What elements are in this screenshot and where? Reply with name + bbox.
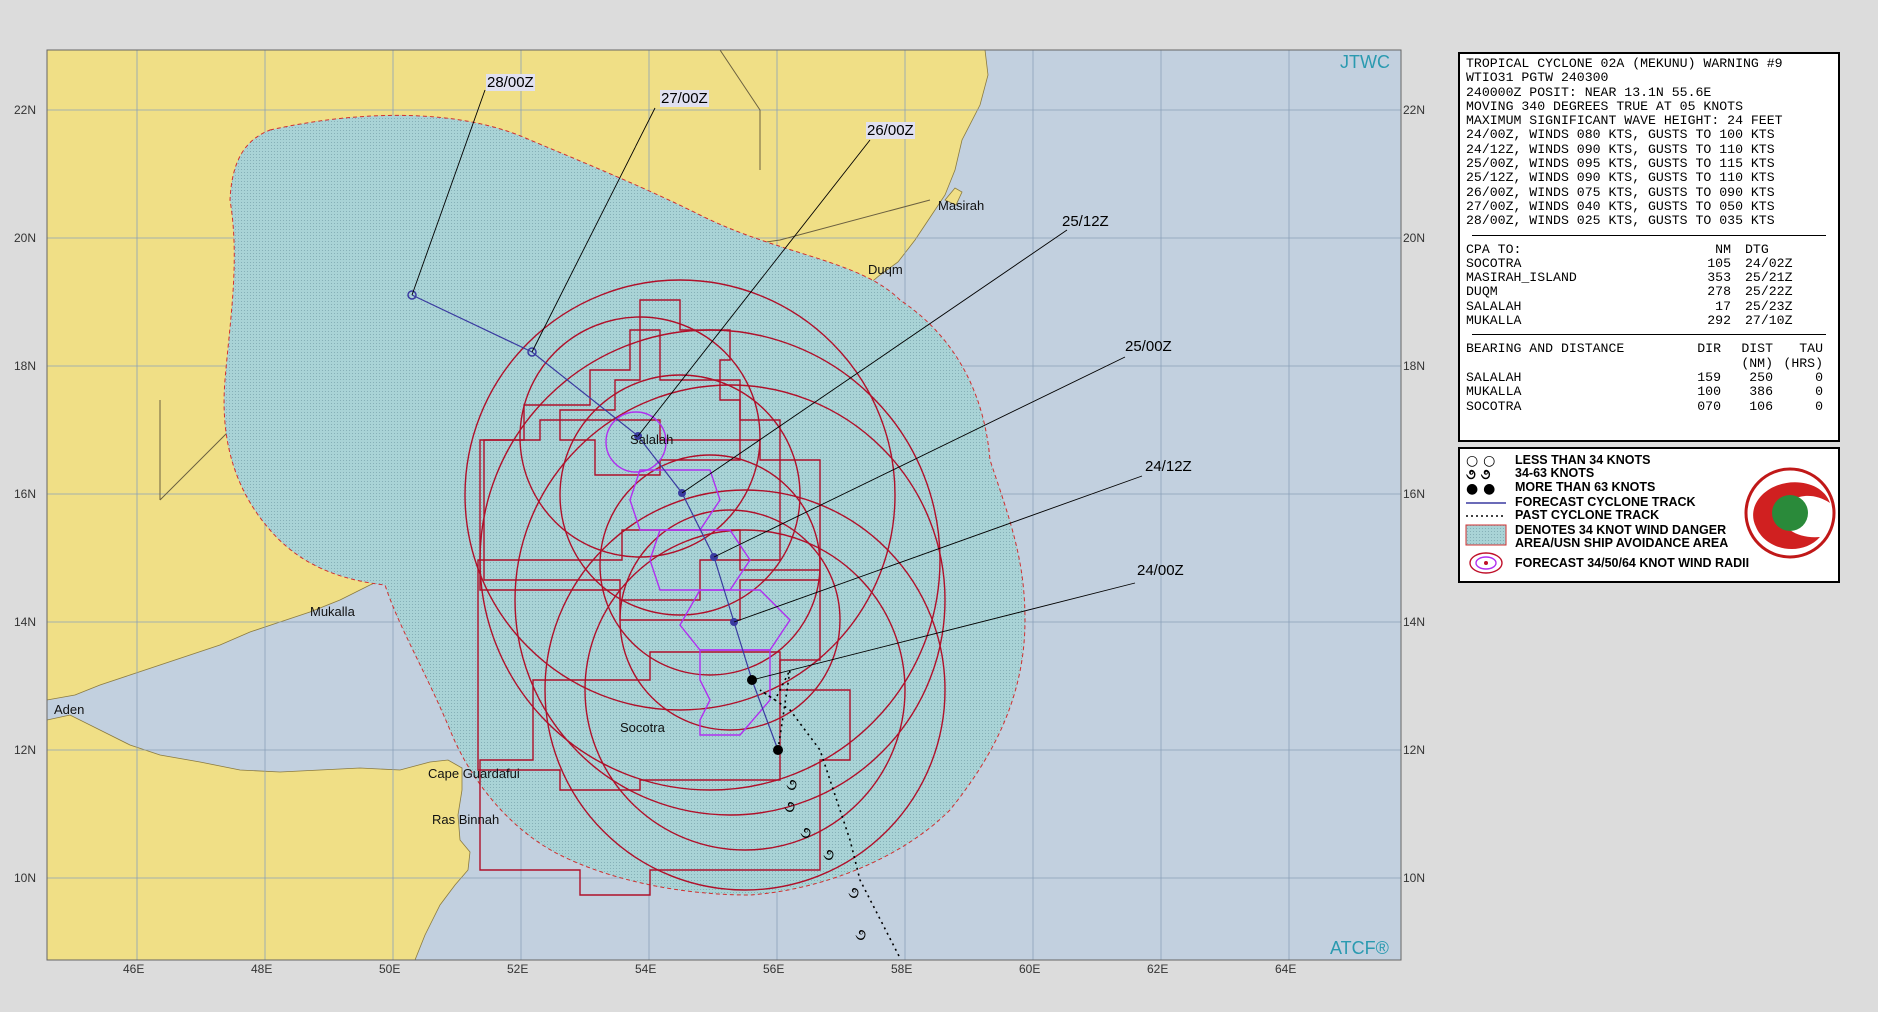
svg-text:૭: ૭: [800, 823, 811, 842]
past-position-symbols: ૭: [786, 775, 797, 794]
info-line: 28/00Z, WINDS 025 KTS, GUSTS TO 035 KTS: [1466, 213, 1775, 229]
svg-text:૭: ૭: [784, 797, 795, 816]
bd-header: BEARING AND DISTANCE DIR DIST TAU: [1466, 341, 1823, 357]
info-line: 26/00Z, WINDS 075 KTS, GUSTS TO 090 KTS: [1466, 184, 1775, 200]
cpa-header: CPA TO: NM DTG: [1466, 241, 1769, 257]
legend-item: FORECAST CYCLONE TRACK: [1515, 495, 1696, 509]
point-current: [773, 745, 783, 755]
warning-title: TROPICAL CYCLONE 02A (MEKUNU) WARNING #9: [1466, 56, 1783, 71]
jtwc-logo: [1744, 467, 1836, 559]
info-line: 25/12Z, WINDS 090 KTS, GUSTS TO 110 KTS: [1466, 170, 1775, 186]
legend-panel: ○ ○ ૭ ૭ ● ● LESS THAN 34 KNOTS 34-63 KNO…: [1458, 447, 1840, 583]
legend-item: AREA/USN SHIP AVOIDANCE AREA: [1515, 536, 1729, 550]
info-line: 25/00Z, WINDS 095 KTS, GUSTS TO 115 KTS: [1466, 156, 1775, 172]
legend-item: PAST CYCLONE TRACK: [1515, 508, 1660, 522]
legend-symbols: ○ ○ ૭ ૭ ● ●: [1465, 453, 1507, 574]
legend-item: DENOTES 34 KNOT WIND DANGER: [1515, 523, 1727, 537]
warning-info-panel: TROPICAL CYCLONE 02A (MEKUNU) WARNING #9…: [1458, 52, 1840, 442]
info-line: MAXIMUM SIGNIFICANT WAVE HEIGHT: 24 FEET: [1466, 113, 1783, 129]
cpa-row: MASIRAH_ISLAND 353 25/21Z: [1466, 270, 1793, 286]
bd-row: SALALAH 159 250 0: [1466, 369, 1823, 385]
bd-row: MUKALLA 100 386 0: [1466, 384, 1823, 400]
storm-symbol-icon: ● ●: [1466, 481, 1495, 497]
danger-area-icon: [1465, 524, 1507, 546]
info-line: WTIO31 PGTW 240300: [1466, 70, 1609, 86]
svg-text:૭: ૭: [855, 925, 866, 944]
legend-item: MORE THAN 63 KNOTS: [1515, 480, 1656, 494]
divider: [1472, 234, 1826, 236]
cpa-row: SALALAH 17 25/23Z: [1466, 298, 1793, 314]
bd-units: (NM) (HRS): [1741, 355, 1823, 371]
info-line: MOVING 340 DEGREES TRUE AT 05 KNOTS: [1466, 98, 1743, 114]
svg-text:૭: ૭: [823, 845, 834, 864]
cpa-row: DUQM 278 25/22Z: [1466, 284, 1793, 300]
legend-item: 34-63 KNOTS: [1515, 466, 1595, 480]
divider: [1472, 334, 1826, 336]
info-line: 240000Z POSIT: NEAR 13.1N 55.6E: [1466, 84, 1712, 100]
legend-item: FORECAST 34/50/64 KNOT WIND RADII: [1515, 556, 1750, 570]
info-line: 24/12Z, WINDS 090 KTS, GUSTS TO 110 KTS: [1466, 141, 1775, 157]
cpa-row: SOCOTRA 105 24/02Z: [1466, 255, 1793, 271]
legend-item: LESS THAN 34 KNOTS: [1515, 453, 1651, 467]
cpa-row: MUKALLA 292 27/10Z: [1466, 313, 1793, 329]
info-line: 27/00Z, WINDS 040 KTS, GUSTS TO 050 KTS: [1466, 198, 1775, 214]
info-line: 24/00Z, WINDS 080 KTS, GUSTS TO 100 KTS: [1466, 127, 1775, 143]
svg-text:૭: ૭: [848, 883, 859, 902]
bd-row: SOCOTRA 070 106 0: [1466, 398, 1823, 414]
